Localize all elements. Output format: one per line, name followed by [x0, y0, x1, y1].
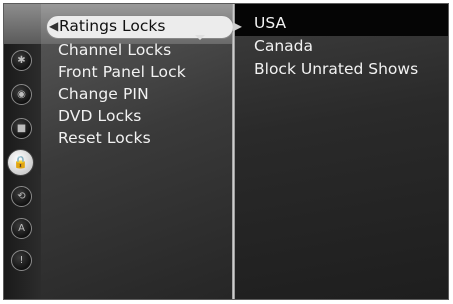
option-usa[interactable]: USA: [254, 14, 286, 32]
network-icon[interactable]: ⟲: [11, 186, 32, 207]
menu-item-label: Ratings Locks: [59, 17, 166, 35]
option-canada[interactable]: Canada: [254, 37, 313, 55]
rail-header: [4, 4, 41, 44]
icon-rail: ✱ ◉ ■ 🔒 ⟲ A !: [4, 4, 44, 299]
option-block-unrated-shows[interactable]: Block Unrated Shows: [254, 60, 418, 78]
program-icon[interactable]: A: [11, 218, 32, 239]
record-icon[interactable]: ■: [11, 118, 32, 139]
settings-icon[interactable]: ✱: [11, 50, 32, 71]
menu-item-change-pin[interactable]: Change PIN: [58, 85, 149, 103]
menu-item-reset-locks[interactable]: Reset Locks: [58, 129, 151, 147]
screen: ✱ ◉ ■ 🔒 ⟲ A ! ◀ Ratings Locks ▶ Channel …: [0, 0, 453, 304]
audio-icon[interactable]: ◉: [11, 84, 32, 105]
menu-item-channel-locks[interactable]: Channel Locks: [58, 41, 171, 59]
alert-icon[interactable]: !: [11, 250, 32, 271]
lock-icon[interactable]: 🔒: [7, 149, 34, 176]
menu-window: ✱ ◉ ■ 🔒 ⟲ A ! ◀ Ratings Locks ▶ Channel …: [3, 3, 449, 300]
menu-item-ratings-locks[interactable]: ◀ Ratings Locks ▶: [46, 15, 242, 39]
right-arrow-icon[interactable]: ▶: [233, 19, 242, 33]
left-arrow-icon[interactable]: ◀: [49, 19, 58, 33]
scroll-down-icon[interactable]: [195, 35, 205, 40]
menu-item-dvd-locks[interactable]: DVD Locks: [58, 107, 141, 125]
menu-item-front-panel-lock[interactable]: Front Panel Lock: [58, 63, 186, 81]
